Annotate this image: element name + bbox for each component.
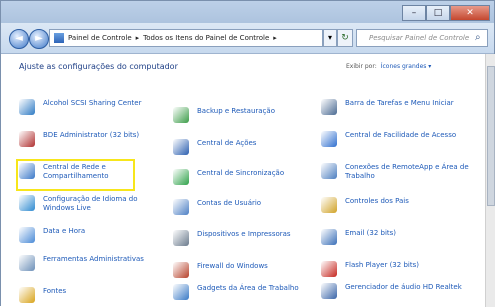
item-taskbar-start[interactable]: Barra de Tarefas e Menu Iniciar — [321, 99, 471, 115]
clock-icon — [19, 227, 35, 243]
firewall-icon — [173, 262, 189, 278]
search-icon[interactable]: ⌕ — [475, 32, 481, 43]
tools-icon — [19, 255, 35, 271]
view-by-dropdown[interactable]: Ícones grandes ▾ — [381, 63, 432, 70]
item-windows-live-language[interactable]: Configuração de Idioma do Windows Live — [19, 195, 169, 213]
item-windows-firewall[interactable]: Firewall do Windows — [173, 262, 323, 278]
item-fonts[interactable]: Fontes — [19, 287, 169, 303]
bde-icon — [19, 131, 35, 147]
close-button[interactable]: ✕ — [450, 5, 490, 21]
control-panel-icon — [54, 33, 64, 43]
backup-icon — [173, 107, 189, 123]
back-button[interactable]: ◄ — [9, 29, 29, 49]
breadcrumb-separator[interactable]: ▸ — [273, 34, 277, 42]
item-admin-tools[interactable]: Ferramentas Administrativas — [19, 255, 169, 271]
address-dropdown-button[interactable]: ▾ — [323, 29, 337, 47]
alcohol-icon — [19, 99, 35, 115]
item-bde-administrator[interactable]: BDE Administrator (32 bits) — [19, 131, 169, 147]
mail-icon — [321, 229, 337, 245]
globe-icon — [19, 195, 35, 211]
item-flash-player[interactable]: Flash Player (32 bits) — [321, 261, 471, 277]
maximize-button[interactable]: □ — [426, 5, 450, 21]
item-remoteapp[interactable]: Conexões de RemoteApp e Área de Trabalho — [321, 163, 471, 181]
breadcrumb-control-panel[interactable]: Painel de Controle — [68, 34, 132, 42]
remoteapp-icon — [321, 163, 337, 179]
item-sync-center[interactable]: Central de Sincronização — [173, 169, 323, 185]
refresh-button[interactable]: ↻ — [337, 29, 353, 47]
flash-icon — [321, 261, 337, 277]
breadcrumb-all-items[interactable]: Todos os Itens do Painel de Controle — [143, 34, 269, 42]
item-ease-of-access[interactable]: Central de Facilidade de Acesso — [321, 131, 471, 147]
item-parental-controls[interactable]: Controles dos Pais — [321, 197, 471, 213]
breadcrumb-separator[interactable]: ▸ — [136, 34, 140, 42]
item-action-center[interactable]: Central de Ações — [173, 139, 323, 155]
sync-icon — [173, 169, 189, 185]
selection-highlight — [16, 159, 135, 191]
window-controls: – □ ✕ — [402, 5, 490, 21]
audio-icon — [321, 283, 337, 299]
minimize-button[interactable]: – — [402, 5, 426, 21]
page-title: Ajuste as configurações do computador — [19, 62, 178, 71]
taskbar-icon — [321, 99, 337, 115]
view-by: Exibir por: Ícones grandes ▾ — [346, 63, 431, 70]
control-panel-window: – □ ✕ ◄ ► Painel de Controle ▸ Todos os It… — [0, 0, 495, 307]
search-input[interactable]: Pesquisar Painel de Controle — [356, 29, 488, 47]
item-email[interactable]: Email (32 bits) — [321, 229, 471, 245]
printer-icon — [173, 230, 189, 246]
item-user-accounts[interactable]: Contas de Usuário — [173, 199, 323, 215]
fonts-icon — [19, 287, 35, 303]
forward-button[interactable]: ► — [29, 29, 49, 49]
vertical-scrollbar[interactable] — [485, 54, 495, 307]
ease-icon — [321, 131, 337, 147]
users-icon — [173, 199, 189, 215]
address-bar[interactable]: Painel de Controle ▸ Todos os Itens do Pai… — [49, 29, 323, 47]
item-backup[interactable]: Backup e Restauração — [173, 107, 323, 123]
scrollbar-thumb[interactable] — [487, 66, 495, 206]
view-by-label: Exibir por: — [346, 63, 377, 70]
flag-icon — [173, 139, 189, 155]
item-desktop-gadgets[interactable]: Gadgets da Área de Trabalho — [173, 284, 323, 300]
item-realtek-audio[interactable]: Gerenciador de áudio HD Realtek — [321, 283, 471, 299]
parental-icon — [321, 197, 337, 213]
gadgets-icon — [173, 284, 189, 300]
item-alcohol[interactable]: Alcohol SCSI Sharing Center — [19, 99, 169, 115]
item-date-time[interactable]: Data e Hora — [19, 227, 169, 243]
item-devices-printers[interactable]: Dispositivos e Impressoras — [173, 230, 323, 246]
